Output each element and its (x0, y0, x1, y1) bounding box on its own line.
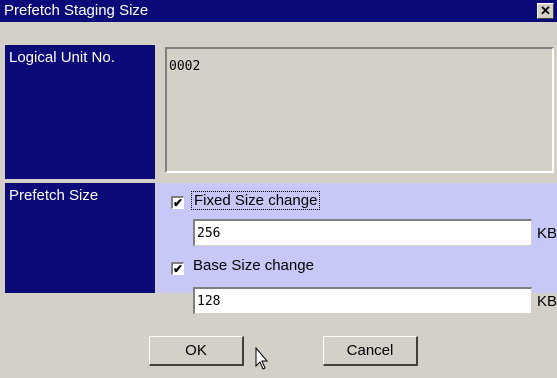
base-size-checkbox-label[interactable]: Base Size change (193, 257, 314, 274)
window-title: Prefetch Staging Size (4, 2, 149, 19)
prefetch-panel: ✔ Fixed Size change 256 KB ✔ Base Size c… (157, 183, 557, 293)
fixed-size-input[interactable]: 256 (193, 219, 532, 246)
base-size-checkbox[interactable]: ✔ (171, 262, 184, 275)
fixed-size-unit: KB (537, 225, 557, 242)
logical-unit-value: 0002 (165, 47, 554, 173)
base-size-input[interactable]: 128 (193, 287, 532, 314)
ok-button[interactable]: OK (149, 336, 244, 366)
fixed-size-checkbox[interactable]: ✔ (171, 196, 184, 209)
base-size-unit: KB (537, 293, 557, 310)
cancel-button[interactable]: Cancel (323, 336, 418, 366)
fixed-size-checkbox-label[interactable]: Fixed Size change (191, 191, 321, 210)
prefetch-size-label: Prefetch Size (5, 183, 155, 293)
close-icon[interactable]: ✕ (537, 3, 554, 19)
arrow-cursor-icon (255, 347, 269, 370)
title-bar: Prefetch Staging Size ✕ (0, 0, 557, 22)
logical-unit-label: Logical Unit No. (5, 45, 155, 179)
